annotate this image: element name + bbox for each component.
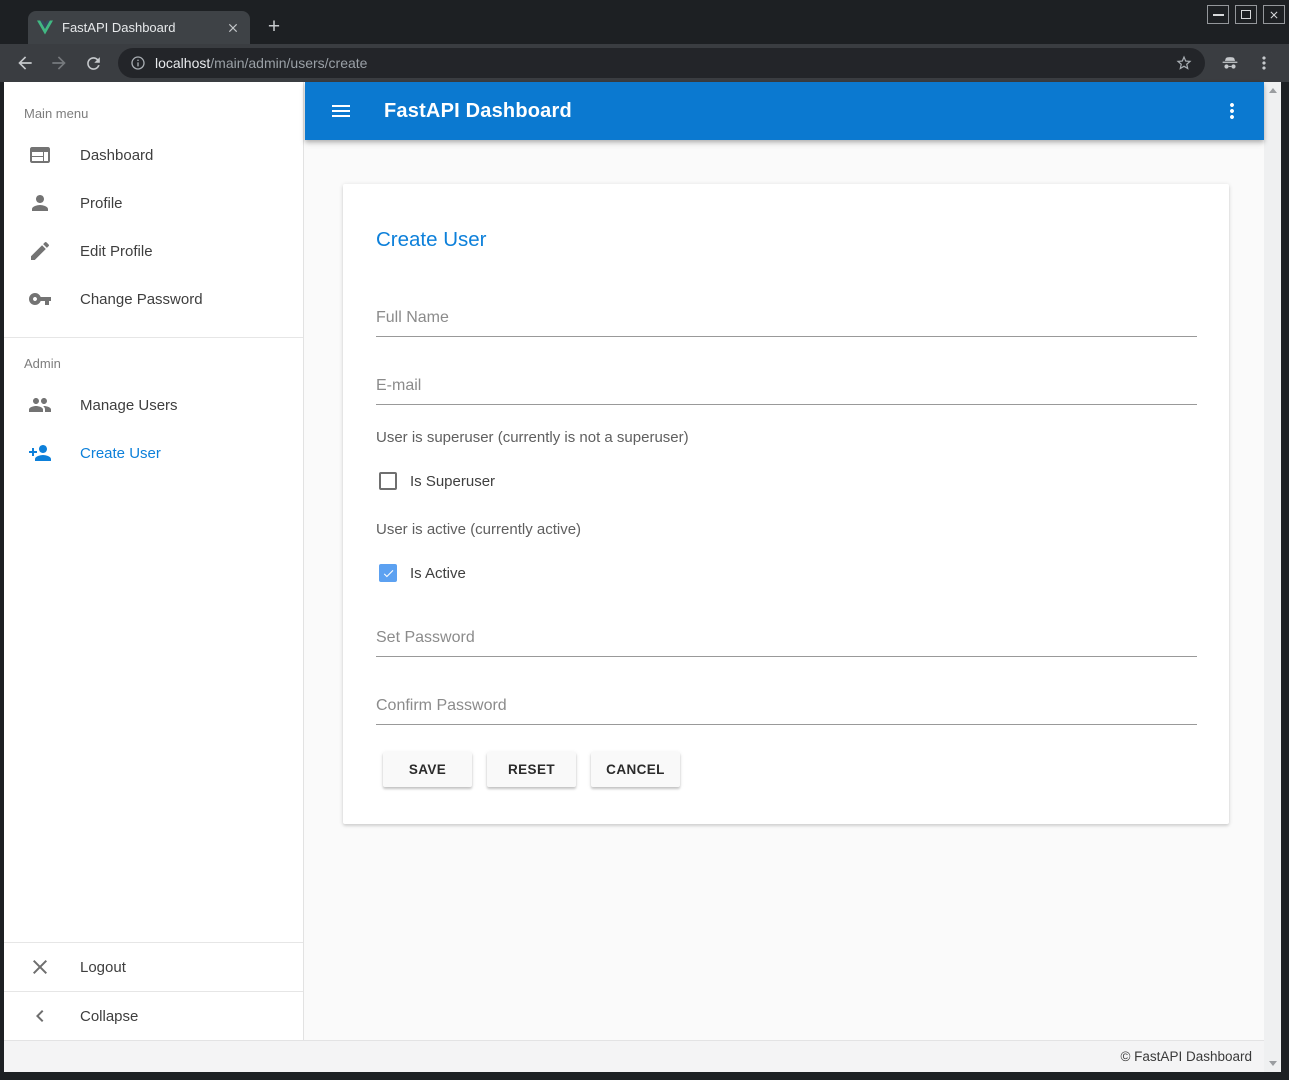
page-footer: © FastAPI Dashboard bbox=[4, 1040, 1264, 1072]
sidebar-item-label: Change Password bbox=[80, 291, 203, 308]
forward-button[interactable] bbox=[45, 49, 73, 77]
dashboard-icon bbox=[28, 143, 52, 167]
form-actions: SAVE RESET CANCEL bbox=[383, 752, 695, 787]
url-text: localhost/main/admin/users/create bbox=[155, 55, 1175, 71]
checkbox-checked-icon bbox=[379, 564, 397, 582]
close-window-icon bbox=[1268, 9, 1280, 21]
create-user-card: Create User User is superuser (currently… bbox=[343, 184, 1229, 824]
sidebar-bottom: Logout Collapse bbox=[4, 942, 303, 1040]
minimize-icon bbox=[1213, 14, 1224, 16]
browser-tab[interactable]: FastAPI Dashboard bbox=[28, 11, 250, 44]
page-content: Main menu Dashboard Profile Edit Profile bbox=[4, 82, 1281, 1072]
cancel-button[interactable]: CANCEL bbox=[591, 752, 680, 787]
person-icon bbox=[28, 191, 52, 215]
person-add-icon bbox=[28, 441, 52, 465]
reload-button[interactable] bbox=[79, 49, 107, 77]
sidebar-item-create-user[interactable]: Create User bbox=[4, 429, 303, 477]
checkbox-unchecked-icon bbox=[379, 472, 397, 490]
sidebar-item-manage-users[interactable]: Manage Users bbox=[4, 381, 303, 429]
back-button[interactable] bbox=[11, 49, 39, 77]
window-close-button[interactable] bbox=[1263, 5, 1285, 24]
browser-toolbar: localhost/main/admin/users/create bbox=[0, 44, 1289, 82]
page-title: Create User bbox=[376, 228, 487, 252]
sidebar-item-label: Edit Profile bbox=[80, 243, 153, 260]
sidebar-section-main-menu: Main menu bbox=[4, 82, 303, 131]
incognito-icon bbox=[1216, 49, 1244, 77]
superuser-hint: User is superuser (currently is not a su… bbox=[376, 429, 689, 446]
pencil-icon bbox=[28, 239, 52, 263]
set-password-input[interactable] bbox=[376, 629, 1197, 657]
maximize-icon bbox=[1241, 10, 1251, 19]
confirm-password-input[interactable] bbox=[376, 697, 1197, 725]
scroll-up-button[interactable] bbox=[1269, 88, 1277, 93]
window-maximize-button[interactable] bbox=[1235, 5, 1257, 24]
chevron-left-icon bbox=[28, 1004, 52, 1028]
sidebar: Main menu Dashboard Profile Edit Profile bbox=[4, 82, 304, 1040]
browser-menu-button[interactable] bbox=[1250, 49, 1278, 77]
sidebar-item-dashboard[interactable]: Dashboard bbox=[4, 131, 303, 179]
site-info-icon[interactable] bbox=[130, 55, 146, 71]
new-tab-button[interactable]: + bbox=[261, 15, 287, 41]
sidebar-section-admin: Admin bbox=[4, 338, 303, 381]
browser-window: FastAPI Dashboard + localhost/main/admin… bbox=[0, 0, 1289, 1080]
close-icon bbox=[28, 955, 52, 979]
sidebar-item-label: Logout bbox=[80, 959, 126, 976]
footer-copyright: © FastAPI Dashboard bbox=[1120, 1049, 1252, 1064]
overflow-menu-button[interactable] bbox=[1220, 99, 1244, 123]
sidebar-item-label: Profile bbox=[80, 195, 123, 212]
sidebar-item-logout[interactable]: Logout bbox=[4, 943, 303, 991]
main-area: FastAPI Dashboard Create User User is su… bbox=[305, 82, 1264, 1040]
sidebar-item-collapse[interactable]: Collapse bbox=[4, 992, 303, 1040]
people-icon bbox=[28, 393, 52, 417]
sidebar-item-label: Manage Users bbox=[80, 397, 178, 414]
is-superuser-checkbox[interactable]: Is Superuser bbox=[379, 471, 495, 491]
tab-close-icon[interactable] bbox=[224, 19, 242, 37]
sidebar-item-profile[interactable]: Profile bbox=[4, 179, 303, 227]
email-input[interactable] bbox=[376, 377, 1197, 405]
save-button[interactable]: SAVE bbox=[383, 752, 472, 787]
checkbox-label: Is Active bbox=[410, 565, 466, 582]
app-title: FastAPI Dashboard bbox=[384, 100, 572, 123]
reset-button[interactable]: RESET bbox=[487, 752, 576, 787]
tab-title: FastAPI Dashboard bbox=[62, 20, 218, 35]
full-name-input[interactable] bbox=[376, 309, 1197, 337]
url-host: localhost bbox=[155, 55, 210, 71]
url-path: /main/admin/users/create bbox=[210, 55, 367, 71]
scroll-down-button[interactable] bbox=[1269, 1061, 1277, 1066]
key-icon bbox=[28, 287, 52, 311]
sidebar-item-edit-profile[interactable]: Edit Profile bbox=[4, 227, 303, 275]
active-hint: User is active (currently active) bbox=[376, 521, 581, 538]
bookmark-star-icon[interactable] bbox=[1175, 54, 1193, 72]
hamburger-menu-button[interactable] bbox=[329, 99, 353, 123]
scrollbar[interactable] bbox=[1264, 82, 1281, 1072]
window-controls bbox=[1207, 5, 1285, 24]
browser-titlebar: FastAPI Dashboard + bbox=[0, 0, 1289, 44]
sidebar-item-change-password[interactable]: Change Password bbox=[4, 275, 303, 323]
sidebar-item-label: Create User bbox=[80, 445, 161, 462]
is-active-checkbox[interactable]: Is Active bbox=[379, 563, 466, 583]
url-bar[interactable]: localhost/main/admin/users/create bbox=[118, 48, 1205, 78]
checkbox-label: Is Superuser bbox=[410, 473, 495, 490]
vue-favicon-icon bbox=[37, 20, 53, 35]
sidebar-item-label: Dashboard bbox=[80, 147, 153, 164]
app-header: FastAPI Dashboard bbox=[305, 82, 1264, 140]
sidebar-item-label: Collapse bbox=[80, 1008, 138, 1025]
window-minimize-button[interactable] bbox=[1207, 5, 1229, 24]
